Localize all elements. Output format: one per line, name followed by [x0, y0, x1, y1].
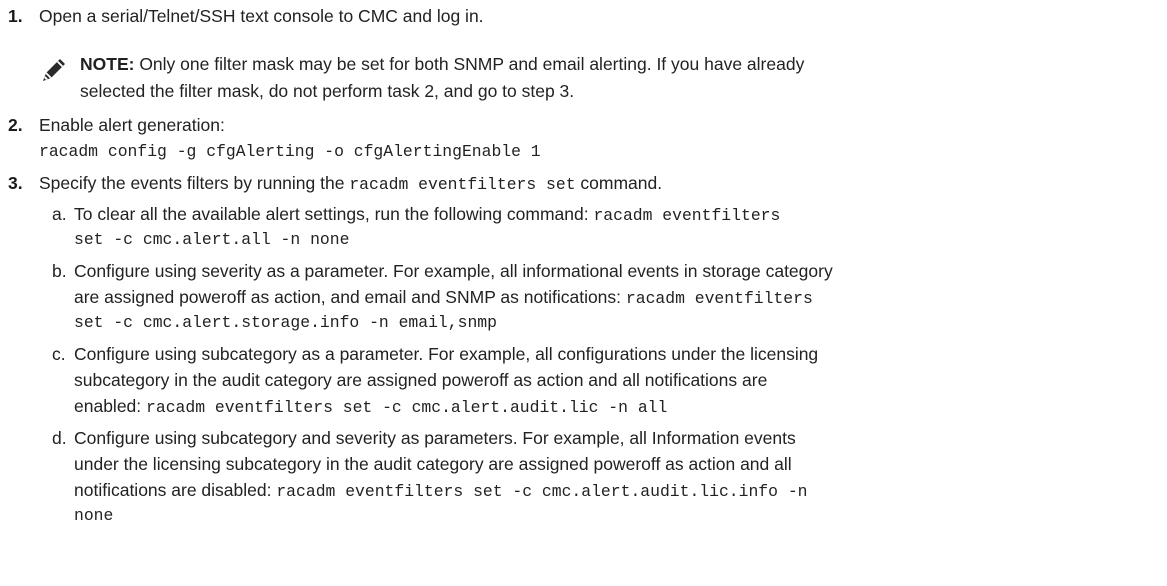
substep-letter: b.: [52, 261, 67, 281]
substep-text: Configure using subcategory and severity…: [74, 428, 796, 448]
substep-letter: a.: [52, 204, 67, 224]
note-line-2: selected the filter mask, do not perform…: [80, 81, 575, 101]
substep-text: notifications are disabled:: [74, 480, 277, 500]
pencil-icon: [40, 56, 68, 84]
note-text: Only one filter mask may be set for both…: [134, 54, 805, 74]
step-text-part: Specify the events filters by running th…: [39, 173, 350, 193]
inline-code: racadm eventfilters set -c cmc.alert.aud…: [276, 482, 808, 501]
step-text-part: command.: [575, 173, 663, 193]
step-text: Open a serial/Telnet/SSH text console to…: [39, 6, 484, 26]
inline-code: set -c cmc.alert.all -n none: [74, 230, 350, 249]
substep-text: subcategory in the audit category are as…: [74, 370, 768, 390]
note-line-1: NOTE: Only one filter mask may be set fo…: [80, 52, 804, 76]
step-number: 2.: [8, 115, 23, 135]
inline-code: racadm eventfilters: [625, 289, 813, 308]
inline-code: none: [74, 506, 114, 525]
step-text: Enable alert generation:: [39, 115, 225, 135]
code-command: racadm config -g cfgAlerting -o cfgAlert…: [39, 142, 541, 161]
substep-text: under the licensing subcategory in the a…: [74, 454, 792, 474]
substep-line: To clear all the available alert setting…: [74, 202, 780, 228]
substep-text: enabled:: [74, 396, 147, 416]
inline-code: racadm eventfilters set: [349, 175, 576, 194]
substep-text: Configure using subcategory as a paramet…: [74, 344, 819, 364]
substep-letter: d.: [52, 428, 67, 448]
inline-code: racadm eventfilters set -c cmc.alert.aud…: [146, 398, 668, 417]
substep-line: are assigned poweroff as action, and ema…: [74, 285, 813, 311]
substep-letter: c.: [52, 344, 66, 364]
inline-code: set -c cmc.alert.storage.info -n email,s…: [74, 313, 497, 332]
substep-line: enabled: racadm eventfilters set -c cmc.…: [74, 394, 667, 420]
substep-text: Configure using severity as a parameter.…: [74, 261, 833, 281]
step-text: Specify the events filters by running th…: [39, 171, 662, 197]
step-number: 3.: [8, 173, 23, 193]
note-label: NOTE:: [80, 54, 135, 74]
substep-text: are assigned poweroff as action, and ema…: [74, 287, 626, 307]
inline-code: racadm eventfilters: [593, 206, 781, 225]
substep-text: To clear all the available alert setting…: [74, 204, 594, 224]
substep-line: notifications are disabled: racadm event…: [74, 478, 808, 504]
step-number: 1.: [8, 6, 23, 26]
